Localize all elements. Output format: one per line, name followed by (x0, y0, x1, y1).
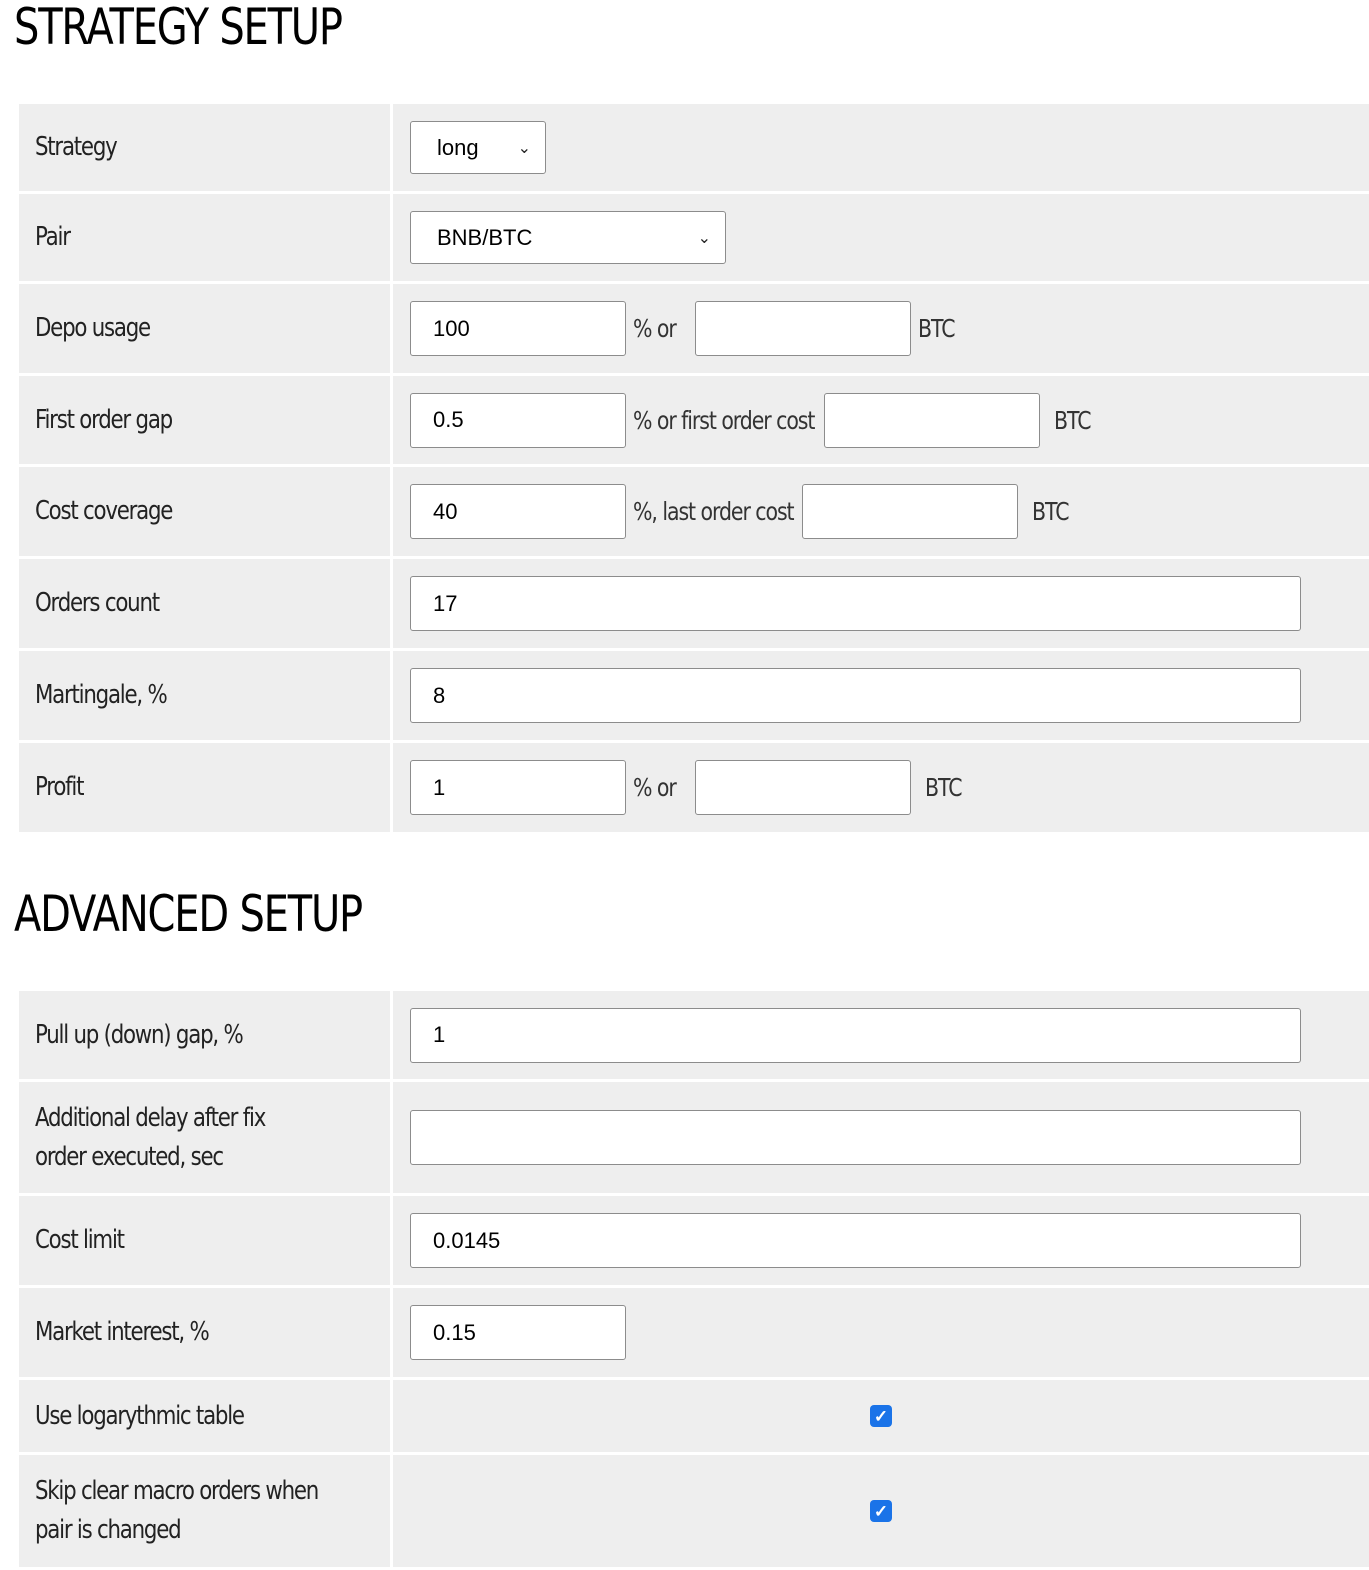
depo-usage-value-cell: % or BTC (393, 284, 1369, 373)
strategy-select[interactable]: long ⌄ (410, 121, 546, 174)
strategy-value-cell: long ⌄ (393, 104, 1369, 191)
cost-limit-label: Cost limit (19, 1196, 390, 1285)
cost-limit-row: Cost limit (19, 1196, 1369, 1285)
depo-usage-percent-input[interactable] (410, 301, 626, 356)
depo-usage-btc-input[interactable] (695, 301, 911, 356)
pair-value-cell: BNB/BTC ⌄ (393, 194, 1369, 281)
strategy-setup-table: Strategy long ⌄ Pair BNB/BTC ⌄ Depo usag… (19, 104, 1369, 835)
market-interest-input[interactable] (410, 1305, 626, 1360)
depo-usage-label: Depo usage (19, 284, 390, 373)
strategy-setup-title: STRATEGY SETUP (14, 0, 343, 56)
skip-clear-macro-value-cell: ✓ (393, 1455, 1369, 1567)
cost-coverage-percent-input[interactable] (410, 484, 626, 539)
use-log-table-value-cell: ✓ (393, 1380, 1369, 1452)
cost-coverage-label: Cost coverage (19, 467, 390, 556)
chevron-down-icon: ⌄ (697, 229, 711, 247)
first-order-cost-btc-input[interactable] (824, 392, 1040, 448)
pair-row: Pair BNB/BTC ⌄ (19, 194, 1369, 281)
market-interest-label: Market interest, % (19, 1288, 390, 1377)
first-order-gap-value-cell: % or first order cost BTC (393, 376, 1369, 464)
first-order-gap-unit: BTC (1054, 405, 1092, 435)
depo-usage-unit: BTC (918, 314, 956, 343)
orders-count-row: Orders count (19, 559, 1369, 648)
last-order-cost-btc-input[interactable] (802, 484, 1018, 539)
profit-unit: BTC (925, 773, 963, 802)
use-log-table-row: Use logarythmic table ✓ (19, 1380, 1369, 1452)
additional-delay-label: Additional delay after fix order execute… (19, 1082, 390, 1193)
first-order-gap-percent-input[interactable] (410, 392, 626, 448)
checkmark-icon: ✓ (873, 1406, 889, 1426)
additional-delay-row: Additional delay after fix order execute… (19, 1082, 1369, 1193)
profit-row: Profit % or BTC (19, 743, 1369, 832)
pull-gap-input[interactable] (410, 1007, 1301, 1063)
skip-clear-macro-checkbox[interactable]: ✓ (870, 1500, 892, 1522)
first-order-gap-label: First order gap (19, 376, 390, 464)
cost-coverage-mid-text: %, last order cost (633, 497, 795, 526)
profit-label: Profit (19, 743, 390, 832)
martingale-value-cell (393, 651, 1369, 740)
skip-clear-macro-row: Skip clear macro orders when pair is cha… (19, 1455, 1369, 1567)
cost-coverage-unit: BTC (1032, 497, 1070, 526)
cost-coverage-value-cell: %, last order cost BTC (393, 467, 1369, 556)
martingale-row: Martingale, % (19, 651, 1369, 740)
martingale-input[interactable] (410, 668, 1301, 723)
first-order-gap-row: First order gap % or first order cost BT… (19, 376, 1369, 464)
advanced-setup-title: ADVANCED SETUP (14, 885, 363, 943)
cost-coverage-row: Cost coverage %, last order cost BTC (19, 467, 1369, 556)
cost-limit-input[interactable] (410, 1213, 1301, 1268)
first-order-gap-mid-text: % or first order cost (633, 405, 815, 435)
strategy-label: Strategy (19, 104, 390, 191)
profit-mid-text: % or (633, 773, 677, 802)
market-interest-value-cell (393, 1288, 1369, 1377)
pull-gap-row: Pull up (down) gap, % (19, 991, 1369, 1079)
pull-gap-value-cell (393, 991, 1369, 1079)
strategy-row: Strategy long ⌄ (19, 104, 1369, 191)
pull-gap-label: Pull up (down) gap, % (19, 991, 390, 1079)
depo-usage-row: Depo usage % or BTC (19, 284, 1369, 373)
pair-label: Pair (19, 194, 390, 281)
profit-value-cell: % or BTC (393, 743, 1369, 832)
orders-count-value-cell (393, 559, 1369, 648)
chevron-down-icon: ⌄ (517, 139, 531, 157)
martingale-label: Martingale, % (19, 651, 390, 740)
orders-count-input[interactable] (410, 576, 1301, 631)
pair-select[interactable]: BNB/BTC ⌄ (410, 211, 726, 264)
profit-percent-input[interactable] (410, 760, 626, 815)
strategy-selected-value: long (437, 134, 479, 160)
cost-limit-value-cell (393, 1196, 1369, 1285)
additional-delay-input[interactable] (410, 1110, 1301, 1165)
checkmark-icon: ✓ (873, 1501, 889, 1521)
additional-delay-value-cell (393, 1082, 1369, 1193)
advanced-setup-table: Pull up (down) gap, % Additional delay a… (19, 991, 1369, 1570)
profit-btc-input[interactable] (695, 760, 911, 815)
use-log-table-label: Use logarythmic table (19, 1380, 390, 1452)
market-interest-row: Market interest, % (19, 1288, 1369, 1377)
skip-clear-macro-label: Skip clear macro orders when pair is cha… (19, 1455, 390, 1567)
use-log-table-checkbox[interactable]: ✓ (870, 1405, 892, 1427)
depo-usage-mid-text: % or (633, 314, 677, 343)
pair-selected-value: BNB/BTC (437, 224, 533, 250)
orders-count-label: Orders count (19, 559, 390, 648)
